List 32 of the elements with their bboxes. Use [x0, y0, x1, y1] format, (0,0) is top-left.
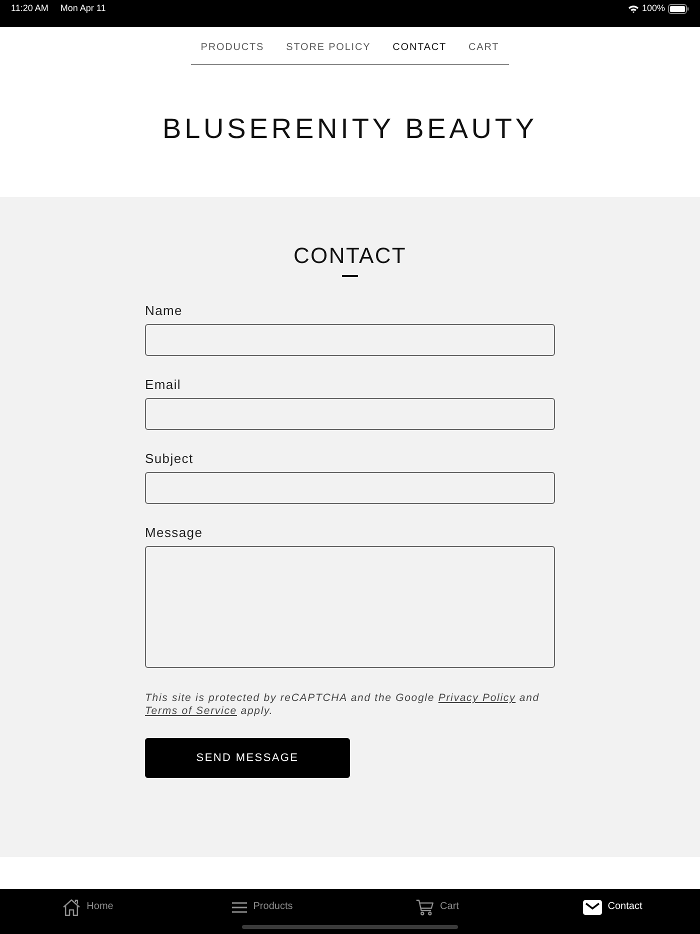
field-label: Name [145, 303, 184, 319]
mail-icon [582, 900, 602, 914]
send-message-button[interactable]: SEND MESSAGE [145, 738, 350, 778]
menu-icon [232, 902, 248, 912]
input-field[interactable] [145, 398, 555, 430]
recaptcha-notice: This site is protected by reCAPTCHA and the Google Privacy Policy and Terms of Service apply. [145, 692, 540, 718]
tab-bar-item[interactable]: Cart [416, 898, 459, 916]
field-label: Message [145, 525, 204, 541]
battery-percent: 100% [642, 3, 665, 14]
nav-link[interactable]: STORE POLICY [286, 41, 371, 55]
input-field[interactable] [145, 324, 555, 356]
field-label: Subject [145, 451, 194, 467]
nav-link[interactable]: PRODUCTS [200, 41, 264, 55]
home-icon [62, 898, 81, 916]
policy-link[interactable]: Terms of Service [145, 705, 237, 717]
message-field[interactable] [145, 546, 555, 668]
policy-link[interactable]: Privacy Policy [438, 692, 516, 704]
field-label: Email [145, 377, 182, 393]
tab-bar-item[interactable]: Home [62, 898, 114, 916]
nav-link[interactable]: CART [468, 41, 500, 55]
input-field[interactable] [145, 472, 555, 504]
heading-divider [342, 275, 358, 277]
status-time: 11:20 AM [11, 3, 48, 14]
tab-bar-item[interactable]: Products [232, 901, 293, 913]
site-title: BLUSERENITY BEAUTY [162, 112, 538, 146]
wifi-icon [628, 4, 639, 12]
section-heading: CONTACT [293, 242, 407, 270]
battery-icon [668, 4, 689, 14]
tab-bar-item[interactable]: Contact [582, 900, 642, 914]
cart-icon [416, 898, 434, 916]
status-date: Mon Apr 11 [60, 3, 106, 14]
nav-link[interactable]: CONTACT [392, 41, 447, 55]
